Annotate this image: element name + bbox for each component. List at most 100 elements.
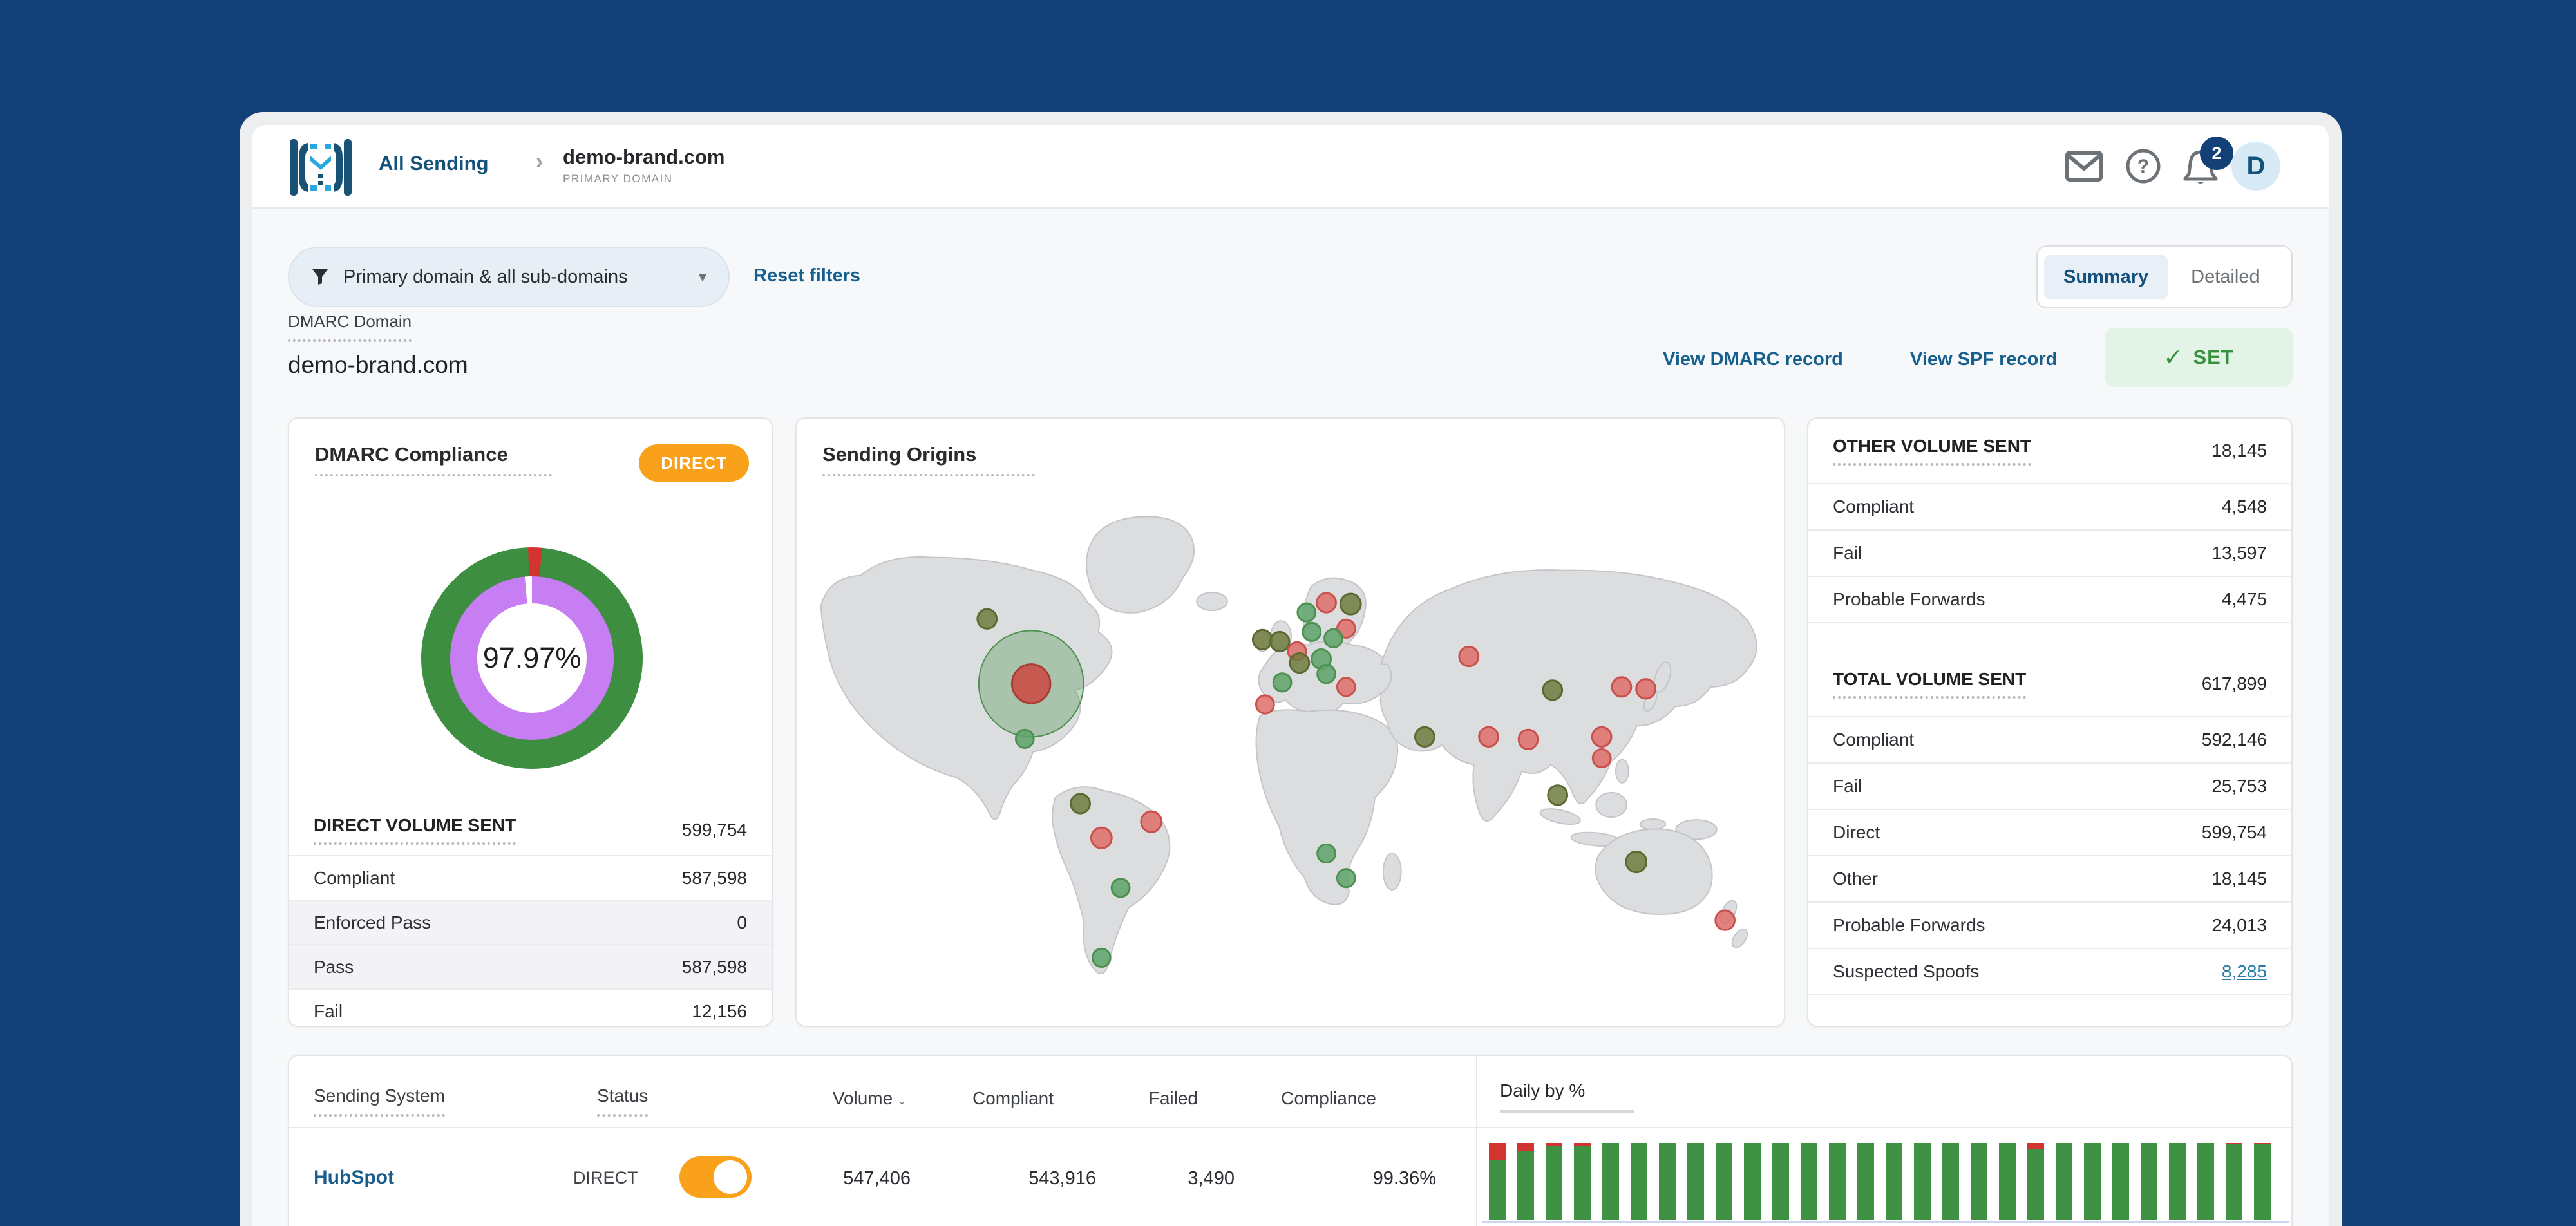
daily-bar[interactable] (2169, 1143, 2186, 1220)
avatar[interactable]: D (2231, 142, 2280, 191)
mail-icon[interactable] (2065, 151, 2103, 182)
daily-bar[interactable] (2027, 1143, 2044, 1220)
daily-bar[interactable] (1999, 1143, 2016, 1220)
dmarcian-logo-icon[interactable] (289, 137, 353, 198)
origin-dot-olive[interactable] (1070, 793, 1091, 815)
daily-bar[interactable] (1602, 1143, 1619, 1220)
breadcrumb-all-sending[interactable]: All Sending (379, 152, 489, 175)
origin-dot-red[interactable] (1255, 694, 1275, 715)
volume-stats-row[interactable]: Suspected Spoofs 8,285 (1808, 948, 2291, 994)
origin-dot-olive[interactable] (1339, 592, 1362, 616)
volume-stats-row: Other 18,145 (1808, 855, 2291, 901)
origin-dot-red[interactable] (1635, 678, 1656, 700)
view-spf-record-link[interactable]: View SPF record (1910, 349, 2057, 370)
origin-dot-red[interactable] (1140, 810, 1163, 833)
daily-bar[interactable] (1886, 1143, 1902, 1220)
col-header-volume[interactable]: Volume ↓ (810, 1088, 906, 1109)
daily-bar[interactable] (1857, 1143, 1874, 1220)
origin-dot-red[interactable] (1478, 726, 1499, 748)
origin-dot-green[interactable] (1110, 878, 1131, 898)
origin-dot-green[interactable] (1316, 843, 1336, 864)
daily-bar[interactable] (2112, 1143, 2129, 1220)
tab-detailed[interactable]: Detailed (2172, 255, 2278, 299)
daily-bar[interactable] (1546, 1143, 1562, 1220)
origin-dot-green[interactable] (1302, 621, 1322, 642)
origin-dot-olive[interactable] (1269, 630, 1291, 653)
daily-bar[interactable] (1971, 1143, 1987, 1220)
daily-bar[interactable] (1489, 1143, 1506, 1220)
volume-stats-row: Fail 25,753 (1808, 762, 2291, 809)
daily-bar[interactable] (1687, 1143, 1704, 1220)
sending-system-link[interactable]: HubSpot (314, 1167, 394, 1189)
origin-dot-olive[interactable] (1414, 726, 1435, 748)
col-header-daily[interactable]: Daily by % (1500, 1080, 1634, 1113)
daily-bar[interactable] (1517, 1143, 1534, 1220)
daily-bar[interactable] (1914, 1143, 1931, 1220)
reset-filters-link[interactable]: Reset filters (753, 265, 860, 287)
big-origin-marker-center[interactable] (1010, 663, 1052, 704)
status-toggle[interactable] (679, 1156, 752, 1198)
daily-bar[interactable] (2084, 1143, 2101, 1220)
origin-dot-red[interactable] (1458, 645, 1480, 668)
daily-header-underline (1500, 1110, 1634, 1113)
daily-bar[interactable] (1801, 1143, 1817, 1220)
col-header-status[interactable]: Status (597, 1086, 649, 1117)
daily-bar[interactable] (1772, 1143, 1789, 1220)
origin-dot-red[interactable] (1336, 677, 1356, 697)
daily-bar[interactable] (1631, 1143, 1647, 1220)
domain-filter-dropdown[interactable]: Primary domain & all sub-domains ▾ (288, 247, 730, 307)
daily-bar[interactable] (1942, 1143, 1959, 1220)
world-map[interactable] (803, 493, 1777, 1014)
origin-dot-red[interactable] (1090, 826, 1113, 849)
daily-bar[interactable] (2197, 1143, 2214, 1220)
origin-dot-olive[interactable] (1542, 679, 1564, 701)
daily-bar[interactable] (2141, 1143, 2157, 1220)
daily-bar[interactable] (1659, 1143, 1676, 1220)
origin-dot-red[interactable] (1591, 726, 1613, 748)
help-icon[interactable]: ? (2125, 148, 2161, 184)
toggle-knob (714, 1160, 747, 1194)
origin-dot-red[interactable] (1316, 592, 1337, 614)
daily-bar[interactable] (1574, 1143, 1591, 1220)
sending-systems-table: Sending System Status Volume ↓ Compliant… (288, 1055, 2294, 1226)
origin-dot-olive[interactable] (1625, 850, 1648, 874)
col-header-compliant[interactable]: Compliant (957, 1088, 1054, 1109)
origin-dot-green[interactable] (1296, 602, 1317, 623)
daily-bar[interactable] (1716, 1143, 1732, 1220)
compliance-stats: DIRECT VOLUME SENT 599,754 Compliant 587,59… (289, 805, 772, 1033)
view-dmarc-record-link[interactable]: View DMARC record (1663, 349, 1843, 370)
app-window: All Sending › demo-brand.com PRIMARY DOM… (240, 112, 2342, 1226)
direct-badge: DIRECT (639, 444, 749, 482)
compliance-donut-chart: 97.97% (421, 547, 643, 769)
origin-dot-red[interactable] (1611, 676, 1633, 698)
daily-bar[interactable] (2226, 1143, 2242, 1220)
origin-dot-red[interactable] (1517, 728, 1539, 750)
origin-dot-olive[interactable] (1251, 628, 1273, 651)
origin-dot-red[interactable] (1714, 909, 1736, 931)
dmarc-set-badge[interactable]: ✓ SET (2105, 328, 2293, 387)
daily-bar-fail-segment (1574, 1143, 1591, 1146)
breadcrumb-separator: › (536, 149, 544, 174)
col-header-compliance[interactable]: Compliance (1247, 1088, 1376, 1109)
origin-dot-green[interactable] (1336, 868, 1356, 889)
origin-dot-green[interactable] (1014, 728, 1035, 749)
col-header-failed[interactable]: Failed (1101, 1088, 1198, 1109)
daily-bar-fail-segment (2027, 1143, 2044, 1149)
col-header-sending-system[interactable]: Sending System (314, 1086, 445, 1117)
suspected-spoofs-link[interactable]: 8,285 (2222, 961, 2267, 981)
notification-badge[interactable]: 2 (2200, 137, 2233, 170)
tab-summary[interactable]: Summary (2044, 254, 2168, 299)
daily-bar[interactable] (2254, 1143, 2271, 1220)
origin-dot-green[interactable] (1272, 672, 1293, 693)
daily-bar[interactable] (1829, 1143, 1846, 1220)
origin-dot-olive[interactable] (976, 608, 998, 630)
origin-dot-green[interactable] (1091, 947, 1112, 968)
origin-dot-green[interactable] (1316, 664, 1336, 684)
origin-dot-green[interactable] (1323, 628, 1343, 648)
daily-bar[interactable] (1744, 1143, 1761, 1220)
origin-dot-olive[interactable] (1289, 652, 1311, 674)
origin-dot-olive[interactable] (1547, 784, 1569, 806)
daily-bar[interactable] (2056, 1143, 2072, 1220)
daily-bar-fail-segment (2226, 1143, 2242, 1145)
origin-dot-red[interactable] (1591, 748, 1612, 769)
